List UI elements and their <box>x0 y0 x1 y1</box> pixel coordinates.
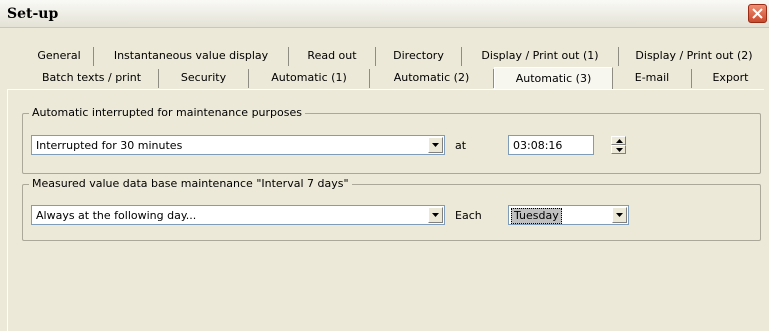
group-legend: Automatic interrupted for maintenance pu… <box>29 106 305 119</box>
tab-panel-automatic-3: Automatic interrupted for maintenance pu… <box>7 89 764 331</box>
dropdown-button[interactable] <box>428 207 443 223</box>
tab-general[interactable]: General <box>25 47 94 66</box>
at-label: at <box>455 139 467 152</box>
tab-automatic-3[interactable]: Automatic (3) <box>494 67 613 89</box>
tab-label: Export <box>712 71 749 84</box>
dropdown-button[interactable] <box>612 207 627 223</box>
close-button[interactable] <box>748 4 767 23</box>
dropdown-button[interactable] <box>428 137 443 153</box>
dropdown-value: Always at the following day... <box>36 209 197 222</box>
tab-security[interactable]: Security <box>159 69 249 88</box>
tab-label: Security <box>180 71 227 84</box>
each-label: Each <box>455 209 482 222</box>
dropdown-arrow-icon <box>432 143 439 147</box>
tab-label: General <box>37 49 81 62</box>
tab-display-print-out-1[interactable]: Display / Print out (1) <box>462 47 619 66</box>
tab-display-print-out-2[interactable]: Display / Print out (2) <box>619 47 769 66</box>
tab-export[interactable]: Export <box>692 69 769 88</box>
tab-row-2: Batch texts / print Security Automatic (… <box>0 67 769 89</box>
group-database-maintenance: Measured value data base maintenance "In… <box>22 177 761 241</box>
spin-down-icon <box>616 148 623 152</box>
day-dropdown[interactable]: Tuesday <box>508 205 629 225</box>
tab-row-1: General Instantaneous value display Read… <box>0 47 769 66</box>
day-value: Tuesday <box>511 208 562 224</box>
tab-label: Instantaneous value display <box>113 49 269 62</box>
tab-instantaneous-value-display[interactable]: Instantaneous value display <box>94 47 289 66</box>
tab-automatic-2[interactable]: Automatic (2) <box>370 69 494 88</box>
tab-label: Directory <box>393 49 444 62</box>
db-maintenance-mode-dropdown[interactable]: Always at the following day... <box>31 205 445 225</box>
window-title: Set-up <box>7 6 59 22</box>
group-legend: Measured value data base maintenance "In… <box>29 177 352 190</box>
spin-up-button[interactable] <box>611 136 626 145</box>
tab-label: Automatic (3) <box>515 72 592 85</box>
close-icon <box>752 8 763 19</box>
tab-directory[interactable]: Directory <box>376 47 462 66</box>
tab-e-mail[interactable]: E-mail <box>613 69 692 88</box>
dropdown-value: Interrupted for 30 minutes <box>36 139 183 152</box>
dropdown-arrow-icon <box>616 213 623 217</box>
tab-read-out[interactable]: Read out <box>289 47 376 66</box>
interrupt-mode-dropdown[interactable]: Interrupted for 30 minutes <box>31 135 445 155</box>
title-bar: Set-up <box>0 0 769 28</box>
time-value: 03:08:16 <box>513 139 563 152</box>
spin-down-button[interactable] <box>611 145 626 154</box>
tab-label: E-mail <box>634 71 670 84</box>
tab-label: Automatic (1) <box>271 71 347 84</box>
tab-label: Display / Print out (2) <box>635 49 753 62</box>
time-spinner[interactable] <box>611 136 626 154</box>
tab-automatic-1[interactable]: Automatic (1) <box>249 69 370 88</box>
tab-label: Batch texts / print <box>41 71 142 84</box>
tab-batch-texts-print[interactable]: Batch texts / print <box>25 69 159 88</box>
tab-label: Read out <box>307 49 357 62</box>
tab-label: Automatic (2) <box>393 71 470 84</box>
tab-label: Display / Print out (1) <box>481 49 599 62</box>
group-maintenance-interrupt: Automatic interrupted for maintenance pu… <box>22 106 761 174</box>
time-input[interactable]: 03:08:16 <box>508 135 594 155</box>
dropdown-arrow-icon <box>432 213 439 217</box>
spin-up-icon <box>616 139 623 143</box>
